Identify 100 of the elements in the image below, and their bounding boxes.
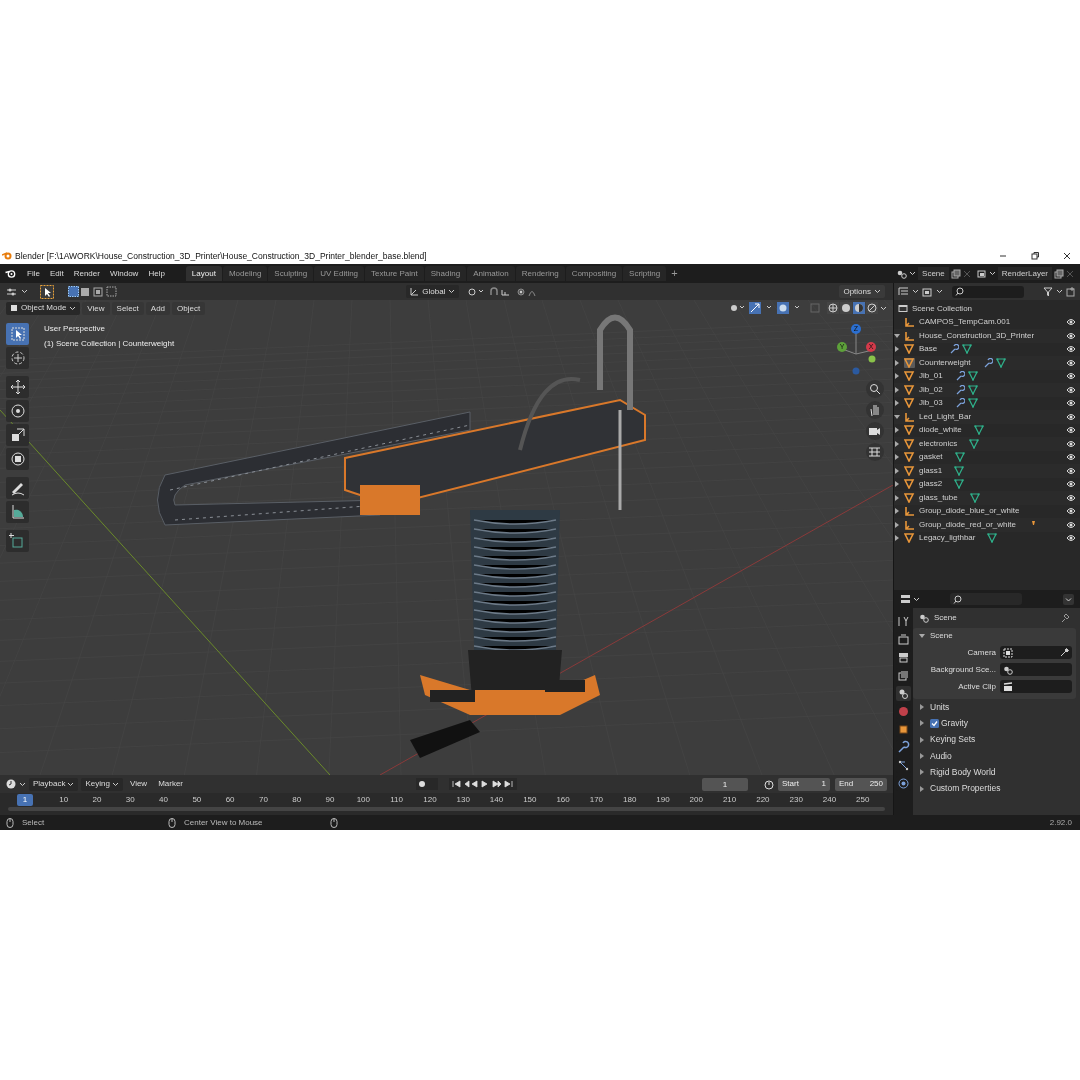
mesh-object-icon[interactable] [904,492,915,503]
mesh-data-icon[interactable] [967,371,978,382]
wrench-icon[interactable] [954,384,965,395]
eye-icon[interactable] [1066,399,1076,408]
search-field[interactable] [952,285,1024,298]
expanded-arrow-icon[interactable] [919,633,925,639]
object-field[interactable] [1000,663,1072,676]
playback-controls-icons[interactable] [449,778,518,790]
eye-icon[interactable] [1066,318,1076,327]
menu-item[interactable]: Marker [154,777,188,791]
world-tab-icon[interactable] [896,704,911,719]
close-icon[interactable] [1062,251,1072,261]
mesh-object-icon[interactable] [904,398,915,409]
filter-icon[interactable] [1043,286,1053,297]
shading-mode-icon[interactable] [866,302,878,314]
options-dropdown[interactable]: Options [839,285,885,298]
workspace-tab[interactable]: Compositing [565,266,623,281]
outliner-item[interactable]: Jib_02 [919,383,943,396]
outliner-item[interactable]: Group_diode_blue_or_white [919,505,1020,518]
panel-title[interactable]: Audio [930,749,952,763]
copy-icon[interactable] [1054,268,1064,279]
eye-icon[interactable] [1066,412,1076,421]
tool-button[interactable] [6,376,29,398]
tool-settings-icon[interactable] [6,286,17,297]
outliner-item[interactable]: Group_diode_red_or_white [919,518,1016,531]
collapsed-arrow-icon[interactable] [894,481,900,488]
workspace-tab[interactable]: Scripting [623,266,667,281]
workspace-tab[interactable]: Layout [185,266,222,281]
eye-icon[interactable] [1066,385,1076,394]
eye-icon[interactable] [1066,493,1076,502]
name-field[interactable]: Scene [918,267,949,280]
name-field[interactable]: RenderLayer [997,267,1052,280]
mesh-object-icon[interactable] [904,465,915,476]
tool-button[interactable] [6,323,29,345]
scene-tab-icon[interactable] [896,686,911,701]
mesh-object-icon[interactable] [904,357,915,368]
shading-mode-icon[interactable] [840,302,852,314]
panel-title[interactable]: Keying Sets [930,733,976,747]
view-layer-tab-icon[interactable] [896,668,911,683]
output-tab-icon[interactable] [896,650,911,665]
select-box-tool-icon[interactable] [40,284,54,299]
stopwatch-icon[interactable] [763,778,775,790]
collapsed-arrow-icon[interactable] [894,521,900,528]
tool-button[interactable] [6,400,29,422]
outliner-item[interactable]: Led_Light_Bar [919,410,972,423]
axis-dot-icon[interactable] [868,355,876,363]
outliner-item[interactable]: Counterweight [919,356,971,369]
menu-item[interactable]: Select [111,301,144,315]
outliner-item[interactable]: gasket [919,451,943,464]
menu-item[interactable]: Keying [81,777,123,791]
collapsed-arrow-icon[interactable] [894,440,900,447]
checkbox[interactable] [930,718,939,728]
mesh-data-icon[interactable] [954,479,965,490]
axis-dot-icon[interactable] [852,367,860,375]
clock-icon[interactable] [6,779,16,789]
menu-item[interactable]: Window [104,267,144,280]
collapsed-arrow-icon[interactable] [919,785,925,792]
wrench-icon[interactable] [954,398,965,409]
mesh-object-icon[interactable] [904,452,915,463]
collapsed-arrow-icon[interactable] [894,467,900,474]
mesh-data-icon[interactable] [987,533,998,544]
copy-icon[interactable] [950,268,961,279]
outliner-item[interactable]: House_Construction_3D_Printer [919,329,1035,342]
grid-icon[interactable] [866,443,884,461]
tool-button[interactable] [6,477,29,499]
tool-button[interactable] [6,347,29,369]
menu-item[interactable]: View [125,777,152,791]
workspace-tab[interactable]: Modeling [222,266,268,281]
mesh-data-icon[interactable] [967,398,978,409]
mesh-data-icon[interactable] [969,492,980,503]
collapsed-arrow-icon[interactable] [894,373,900,380]
scene-icon[interactable] [897,268,908,279]
outliner-item[interactable]: electronics [919,437,958,450]
collapsed-arrow-icon[interactable] [894,400,900,407]
collapsed-arrow-icon[interactable] [894,494,900,501]
collapsed-arrow-icon[interactable] [919,704,925,711]
shading-mode-icon[interactable] [853,302,865,314]
object-field[interactable] [1000,680,1072,693]
eye-icon[interactable] [1066,358,1076,367]
tool-button[interactable] [6,501,29,523]
mesh-object-icon[interactable] [904,425,915,436]
menu-item[interactable]: Playback [29,777,79,791]
selection-mode-icons[interactable] [68,286,118,297]
restore-icon[interactable] [1030,251,1040,261]
collapsed-arrow-icon[interactable] [919,720,925,727]
mesh-object-icon[interactable] [904,344,915,355]
panel-title[interactable]: Custom Properties [930,782,1001,795]
physics-tab-icon[interactable] [896,776,911,791]
mesh-object-icon[interactable] [904,384,915,395]
menu-item[interactable]: Add [145,301,171,315]
menu-item[interactable]: Help [143,267,170,280]
collapsed-arrow-icon[interactable] [919,736,925,743]
wrench-icon[interactable] [949,344,960,355]
mesh-data-icon[interactable] [967,384,978,395]
menu-item[interactable]: File [22,267,45,280]
collapsed-arrow-icon[interactable] [894,427,900,434]
orientation-dropdown[interactable]: Global [406,285,460,298]
outliner-display-icon[interactable] [898,286,909,297]
mesh-data-icon[interactable] [995,357,1006,368]
workspace-tab[interactable]: Texture Paint [365,266,424,281]
